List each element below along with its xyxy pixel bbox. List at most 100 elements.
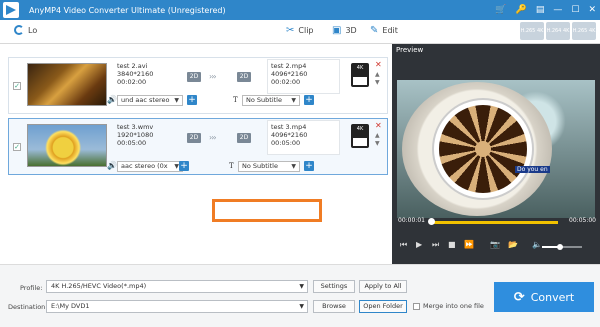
video-thumbnail[interactable] bbox=[27, 63, 107, 106]
h265-format-icon[interactable]: H.265 4K bbox=[520, 22, 544, 40]
speaker-icon: 🔊 bbox=[107, 95, 117, 104]
stop-icon[interactable]: ■ bbox=[448, 240, 456, 249]
progress-track[interactable] bbox=[430, 221, 558, 224]
subtitle-dropdown[interactable]: No Subtitle ▼ bbox=[238, 161, 300, 172]
move-down-icon[interactable]: ▼ bbox=[375, 79, 380, 86]
add-audio-button[interactable]: + bbox=[187, 95, 197, 105]
3d-button[interactable]: ▣ 3D bbox=[332, 25, 357, 36]
subtitle-value: No Subtitle bbox=[246, 96, 282, 104]
previous-icon[interactable]: ⏮ bbox=[400, 240, 407, 250]
playback-controls: ⏮ ▶ ⏭ ■ ⏩ 📷 📂 🔈 bbox=[392, 240, 600, 254]
remove-icon[interactable]: ✕ bbox=[375, 60, 382, 69]
cart-icon[interactable]: 🛒 bbox=[495, 5, 506, 15]
load-button[interactable]: Lo bbox=[14, 25, 37, 35]
move-down-icon[interactable]: ▼ bbox=[375, 140, 380, 147]
app-logo-icon bbox=[3, 2, 19, 18]
folder-icon[interactable]: 📂 bbox=[508, 240, 518, 249]
edit-button[interactable]: ✎ Edit bbox=[370, 25, 398, 36]
output-resolution: 4096*2160 bbox=[271, 131, 308, 139]
fast-forward-icon[interactable]: ⏩ bbox=[464, 240, 474, 249]
clip-button[interactable]: ✂ Clip bbox=[286, 25, 314, 36]
audio-track-dropdown[interactable]: und aac stereo ▼ bbox=[117, 95, 183, 106]
move-up-icon[interactable]: ▲ bbox=[375, 132, 380, 139]
add-audio-button[interactable]: + bbox=[179, 161, 189, 171]
subtitle-icon: T bbox=[233, 96, 238, 104]
source-2d-badge: 2D bbox=[187, 133, 201, 143]
total-time: 00:05:00 bbox=[569, 217, 596, 224]
scissors-icon: ✂ bbox=[286, 25, 295, 36]
output-format-icon[interactable]: 4K bbox=[351, 124, 369, 148]
edit-label: Edit bbox=[382, 26, 398, 35]
profile-dropdown[interactable]: 4K H.265/HEVC Video(*.mp4) ▼ bbox=[46, 280, 308, 293]
audio-track-value: aac stereo (0x bbox=[121, 162, 168, 170]
audio-track-dropdown[interactable]: aac stereo (0x ▼ bbox=[117, 161, 183, 172]
open-folder-button[interactable]: Open Folder bbox=[359, 300, 407, 313]
title-bar: AnyMP4 Video Converter Ultimate (Unregis… bbox=[0, 0, 600, 20]
audio-track-value: und aac stereo bbox=[121, 96, 170, 104]
source-2d-badge: 2D bbox=[187, 72, 201, 82]
output-info: test 3.mp4 4096*2160 00:05:00 bbox=[271, 123, 307, 147]
source-resolution: 1920*1080 bbox=[117, 131, 154, 139]
current-time: 00:00:01 bbox=[398, 217, 425, 224]
apply-to-all-button[interactable]: Apply to All bbox=[359, 280, 407, 293]
file-row[interactable]: ✓ test 2.avi 3840*2160 00:02:00 2D ››› 2… bbox=[8, 57, 388, 114]
menu-icon[interactable]: ▤ bbox=[536, 5, 545, 15]
subtitle-icon: T bbox=[229, 162, 234, 170]
key-icon[interactable]: 🔑 bbox=[516, 5, 527, 15]
volume-slider[interactable] bbox=[542, 244, 582, 250]
source-name: test 3.wmv bbox=[117, 123, 154, 131]
timeline: 00:00:01 00:05:00 bbox=[392, 216, 600, 228]
output-duration: 00:02:00 bbox=[271, 78, 301, 86]
add-subtitle-button[interactable]: + bbox=[304, 95, 314, 105]
format-badge: 4K bbox=[356, 126, 364, 132]
window-title: AnyMP4 Video Converter Ultimate (Unregis… bbox=[29, 5, 226, 15]
move-up-icon[interactable]: ▲ bbox=[375, 71, 380, 78]
merge-label: Merge into one file bbox=[423, 302, 484, 310]
subtitle-highlight bbox=[212, 199, 322, 222]
close-button[interactable]: ✕ bbox=[588, 5, 596, 15]
output-duration: 00:05:00 bbox=[271, 139, 301, 147]
merge-checkbox[interactable] bbox=[413, 303, 420, 310]
play-icon[interactable]: ▶ bbox=[416, 240, 422, 249]
add-subtitle-button[interactable]: + bbox=[304, 161, 314, 171]
remove-icon[interactable]: ✕ bbox=[375, 121, 382, 130]
next-frame-icon[interactable]: ⏭ bbox=[432, 240, 439, 250]
volume-icon[interactable]: 🔈 bbox=[532, 240, 542, 249]
3d-icon: ▣ bbox=[332, 25, 342, 36]
destination-field[interactable]: E:\My DVD1 ▼ bbox=[46, 300, 308, 313]
preview-screen[interactable]: Do you en bbox=[397, 80, 595, 218]
output-info: test 2.mp4 4096*2160 00:02:00 bbox=[271, 62, 307, 86]
source-name: test 2.avi bbox=[117, 62, 148, 70]
file-list: ✓ test 2.avi 3840*2160 00:02:00 2D ››› 2… bbox=[0, 44, 392, 264]
maximize-button[interactable]: ☐ bbox=[571, 5, 579, 15]
h264-format-icon[interactable]: H.264 4K bbox=[546, 22, 570, 40]
snapshot-icon[interactable]: 📷 bbox=[490, 240, 500, 249]
format-icons: H.265 4K H.264 4K H.265 4K bbox=[520, 22, 596, 40]
source-info: test 3.wmv 1920*1080 00:05:00 bbox=[117, 123, 153, 147]
bottom-bar: Profile: 4K H.265/HEVC Video(*.mp4) ▼ Set… bbox=[0, 264, 600, 327]
convert-icon: ⟳ bbox=[513, 289, 525, 305]
output-2d-badge: 2D bbox=[237, 72, 251, 82]
row-checkbox[interactable]: ✓ bbox=[13, 143, 21, 151]
arrow-icon: ››› bbox=[209, 133, 217, 142]
video-frame bbox=[402, 82, 552, 216]
minimize-button[interactable]: — bbox=[553, 5, 562, 15]
window-controls: 🛒 🔑 ▤ — ☐ ✕ bbox=[495, 0, 596, 20]
row-checkbox[interactable]: ✓ bbox=[13, 82, 21, 90]
video-thumbnail[interactable] bbox=[27, 124, 107, 167]
source-resolution: 3840*2160 bbox=[117, 70, 154, 78]
preview-panel: Preview Do you en 00:00:01 00:05:00 ⏮ ▶ … bbox=[392, 44, 600, 264]
browse-button[interactable]: Browse bbox=[313, 300, 355, 313]
load-label: Lo bbox=[28, 25, 38, 35]
file-row[interactable]: ✓ test 3.wmv 1920*1080 00:05:00 2D ››› 2… bbox=[8, 118, 388, 175]
volume-knob[interactable] bbox=[557, 244, 563, 250]
settings-button[interactable]: Settings bbox=[313, 280, 355, 293]
chevron-down-icon: ▼ bbox=[299, 283, 304, 290]
subtitle-dropdown[interactable]: No Subtitle ▼ bbox=[242, 95, 300, 106]
h265-format-icon-2[interactable]: H.265 4K bbox=[572, 22, 596, 40]
convert-label: Convert bbox=[530, 290, 575, 304]
output-format-icon[interactable]: 4K bbox=[351, 63, 369, 87]
convert-button[interactable]: ⟳ Convert bbox=[494, 282, 594, 312]
chevron-down-icon: ▼ bbox=[299, 303, 304, 310]
destination-label: Destination: bbox=[8, 303, 48, 311]
